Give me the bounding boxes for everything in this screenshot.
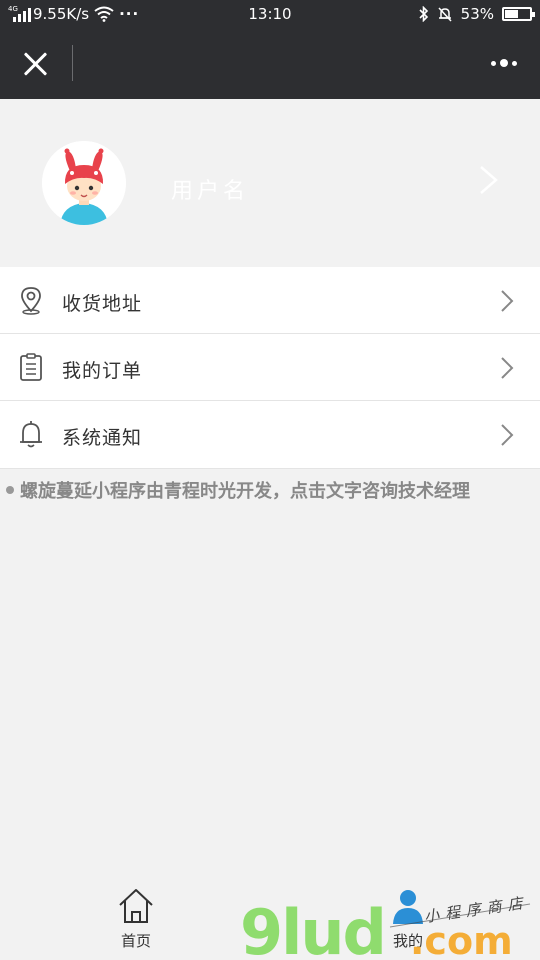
close-icon[interactable] <box>18 46 54 82</box>
nav-bar <box>0 28 540 99</box>
status-right: 53% <box>419 4 535 24</box>
chevron-right-icon <box>501 290 514 312</box>
location-pin-icon <box>21 287 41 315</box>
battery-icon <box>502 7 535 21</box>
menu-label-orders: 我的订单 <box>62 360 143 382</box>
menu-label-notifications: 系统通知 <box>62 427 143 449</box>
bluetooth-icon <box>419 6 428 22</box>
tab-home[interactable]: 首页 <box>106 886 166 954</box>
avatar[interactable] <box>42 141 126 225</box>
more-dots-icon[interactable] <box>486 48 522 78</box>
home-icon <box>119 889 153 923</box>
bullet-dot-icon <box>6 486 14 494</box>
page: 4G 9.55K/s ··· 13:10 53% 用户名 收货地址 我的订单 系… <box>0 0 540 960</box>
nav-divider <box>72 45 73 81</box>
credit-text: 螺旋蔓延小程序由青程时光开发，点击文字咨询技术经理 <box>20 481 470 502</box>
watermark-logo: 9lud .com 小程序商店 <box>240 893 531 960</box>
status-bar: 4G 9.55K/s ··· 13:10 53% <box>0 0 540 28</box>
developer-credit-link[interactable]: 螺旋蔓延小程序由青程时光开发，点击文字咨询技术经理 <box>6 477 470 503</box>
menu-item-notifications[interactable]: 系统通知 <box>0 401 540 469</box>
tab-home-label: 首页 <box>120 932 151 950</box>
order-list-icon <box>20 353 42 381</box>
username[interactable]: 用户名 <box>171 173 249 205</box>
chevron-right-icon[interactable] <box>478 165 500 195</box>
menu-item-orders[interactable]: 我的订单 <box>0 334 540 401</box>
avatar-illustration <box>42 141 126 225</box>
mute-bell-icon <box>438 7 452 22</box>
chevron-right-icon <box>501 357 514 379</box>
menu-label-address: 收货地址 <box>62 293 143 315</box>
menu-list: 收货地址 我的订单 系统通知 <box>0 267 540 469</box>
profile-header[interactable]: 用户名 <box>0 99 540 267</box>
chevron-right-icon <box>501 424 514 446</box>
battery-percent: 53% <box>460 5 494 23</box>
bell-icon <box>20 421 42 448</box>
menu-item-address[interactable]: 收货地址 <box>0 267 540 334</box>
svg-text:9lud: 9lud <box>240 896 385 960</box>
